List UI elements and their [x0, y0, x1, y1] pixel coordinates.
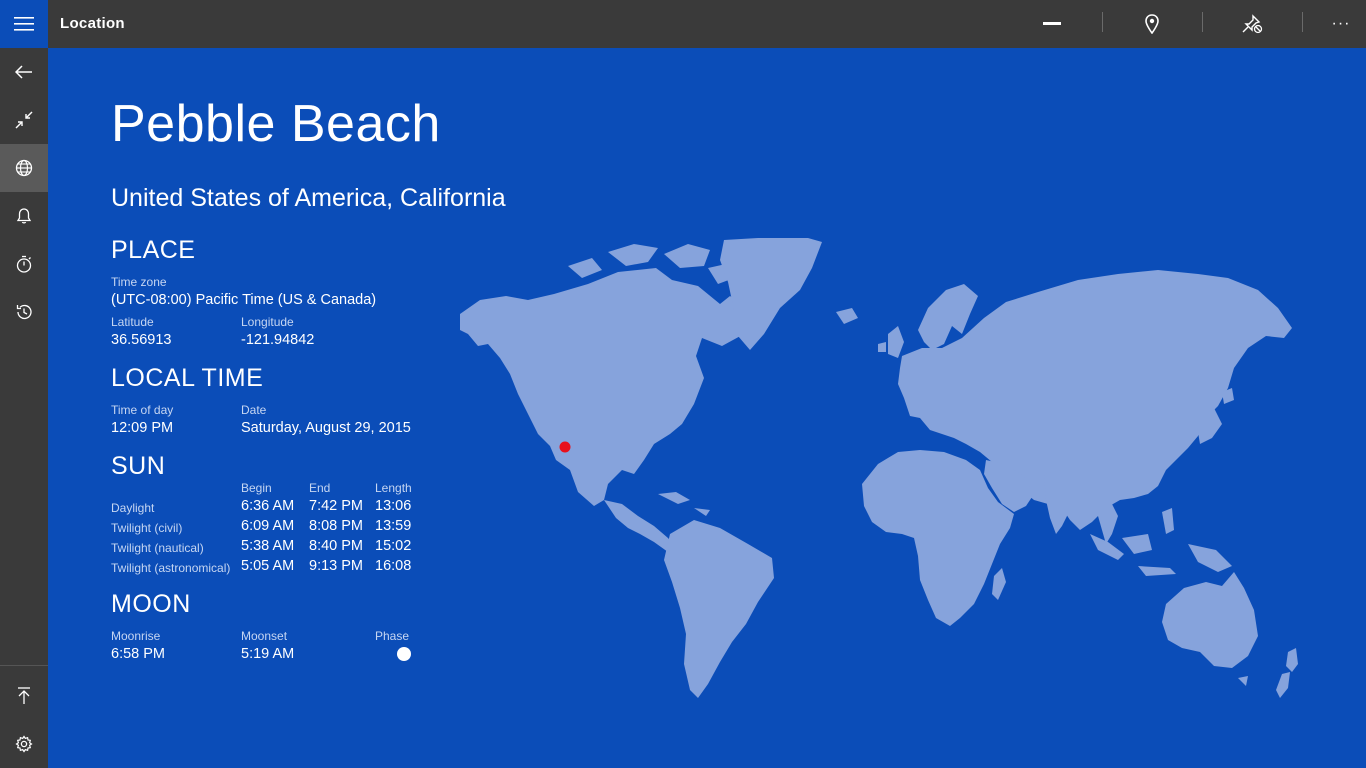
history-nav[interactable]: [0, 288, 48, 336]
sun-row-begin: 5:05 AM: [241, 558, 295, 574]
latitude-label: Latitude: [111, 315, 154, 329]
date-label: Date: [241, 403, 267, 417]
alarm-nav[interactable]: [0, 192, 48, 240]
sun-row-label: Twilight (nautical): [111, 541, 204, 555]
longitude-label: Longitude: [241, 315, 294, 329]
phase-label: Phase: [375, 629, 410, 643]
timezone-value: (UTC-08:00) Pacific Time (US & Canada): [111, 292, 377, 308]
history-icon: [16, 304, 32, 320]
time-of-day-label: Time of day: [111, 403, 174, 417]
location-detail: Pebble Beach United States of America, C…: [48, 48, 1366, 768]
city-name: Pebble Beach: [111, 95, 441, 153]
more-button[interactable]: ···: [1316, 0, 1366, 48]
globe-icon: [15, 159, 33, 177]
region-name: United States of America, California: [111, 184, 506, 212]
moonset-label: Moonset: [241, 629, 288, 643]
pin-top-icon: [18, 687, 30, 704]
gear-icon: [15, 735, 33, 753]
hamburger-icon: [14, 17, 34, 31]
time-of-day-value: 12:09 PM: [111, 420, 174, 436]
sun-row-end: 8:08 PM: [309, 518, 363, 534]
back-arrow-icon: [15, 65, 32, 79]
side-nav: [0, 48, 48, 768]
place-heading: PLACE: [111, 236, 196, 264]
title-bar: Location ···: [0, 0, 1366, 48]
local-time-heading: LOCAL TIME: [111, 364, 264, 392]
date-value: Saturday, August 29, 2015: [241, 420, 411, 436]
hamburger-menu-button[interactable]: [0, 0, 48, 48]
sun-row-end: 9:13 PM: [309, 558, 363, 574]
world-map[interactable]: [458, 238, 1300, 708]
sun-row-label: Daylight: [111, 501, 155, 515]
minimize-button[interactable]: [1027, 0, 1077, 48]
sun-column-length: Length: [375, 481, 412, 495]
timezone-label: Time zone: [111, 275, 167, 289]
more-icon: ···: [1331, 15, 1351, 32]
sun-row-label: Twilight (astronomical): [111, 561, 231, 575]
latitude-value: 36.56913: [111, 332, 172, 348]
sun-column-begin: Begin: [241, 481, 272, 495]
timer-nav[interactable]: [0, 240, 48, 288]
sun-row-length: 16:08: [375, 558, 412, 574]
location-marker[interactable]: [559, 441, 571, 453]
dash-icon: [1043, 22, 1061, 25]
collapse-icon: [15, 111, 33, 129]
sun-column-end: End: [309, 481, 331, 495]
sun-heading: SUN: [111, 452, 166, 480]
moonset-value: 5:19 AM: [241, 646, 295, 662]
world-map-land: [460, 238, 1298, 698]
world-clock-nav[interactable]: [0, 144, 48, 192]
map-pin-icon: [1145, 14, 1159, 34]
settings-button[interactable]: [0, 720, 48, 768]
toolbar-divider: [1102, 12, 1103, 32]
sun-row-length: 15:02: [375, 538, 412, 554]
toolbar-divider: [1302, 12, 1303, 32]
sun-row-end: 7:42 PM: [309, 498, 363, 514]
unpin-icon: [1242, 14, 1263, 34]
sun-row-begin: 6:36 AM: [241, 498, 295, 514]
longitude-value: -121.94842: [241, 332, 315, 348]
stopwatch-icon: [16, 255, 32, 273]
moon-heading: MOON: [111, 590, 191, 618]
moonrise-label: Moonrise: [111, 629, 161, 643]
collapse-button[interactable]: [0, 96, 48, 144]
sun-row-length: 13:06: [375, 498, 412, 514]
sun-row-label: Twilight (civil): [111, 521, 183, 535]
sun-row-end: 8:40 PM: [309, 538, 363, 554]
sun-row-begin: 5:38 AM: [241, 538, 295, 554]
bell-icon: [16, 208, 32, 224]
app-title: Location: [60, 15, 125, 32]
pin-to-top-button[interactable]: [0, 672, 48, 720]
sun-row-begin: 6:09 AM: [241, 518, 295, 534]
moon-phase-icon: [397, 647, 411, 661]
pin-location-button[interactable]: [1127, 0, 1177, 48]
unpin-button[interactable]: [1227, 0, 1277, 48]
moonrise-value: 6:58 PM: [111, 646, 165, 662]
sidebar-divider: [0, 665, 48, 666]
sun-row-length: 13:59: [375, 518, 412, 534]
toolbar-divider: [1202, 12, 1203, 32]
back-button[interactable]: [0, 48, 48, 96]
